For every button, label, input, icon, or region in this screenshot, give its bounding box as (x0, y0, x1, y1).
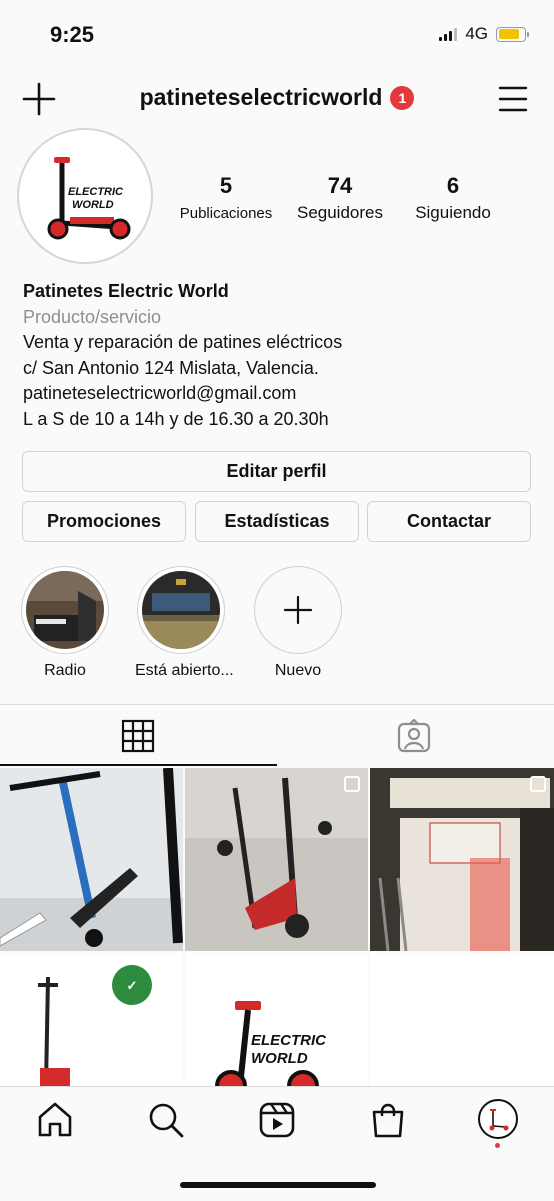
brand-logo: ELECTRIC WORLD (24, 135, 146, 257)
stat-following[interactable]: 6 Siguiendo (402, 173, 504, 223)
multiple-posts-icon (344, 776, 360, 792)
posts-count: 5 (219, 173, 233, 198)
bio-line: Venta y reparación de patines eléctricos (23, 332, 343, 352)
logo-text-1: ELECTRIC (68, 186, 124, 198)
username[interactable]: patineteselectricworld (140, 84, 383, 111)
statistics-button[interactable]: Estadísticas (195, 501, 359, 542)
post-placeholder (370, 953, 554, 1086)
highlight-store[interactable]: Está abierto... (135, 566, 234, 680)
profile-bio: Patinetes Electric World Producto/servic… (23, 279, 533, 432)
highlight-label: Nuevo (274, 662, 322, 679)
promotions-button[interactable]: Promociones (22, 501, 186, 542)
bio-email[interactable]: patineteselectricworld@gmail.com (23, 381, 533, 407)
notification-badge[interactable]: 1 (390, 85, 415, 110)
tabs-divider (0, 704, 554, 705)
tagged-tab-icon[interactable] (397, 718, 431, 753)
radio-highlight-image (26, 571, 104, 649)
home-icon[interactable] (36, 1101, 74, 1139)
store-highlight-image (142, 571, 220, 649)
reels-icon[interactable] (258, 1101, 296, 1139)
highlight-label: Radio (44, 662, 86, 679)
post-thumbnail[interactable]: ✓ (0, 953, 183, 1086)
profile-name: Patinetes Electric World (23, 281, 229, 301)
highlight-radio[interactable]: Radio (19, 566, 111, 680)
post-thumbnail[interactable] (0, 768, 183, 951)
post-thumbnail[interactable]: ELECTRIC WORLD (185, 953, 368, 1086)
posts-label: Publicaciones (179, 205, 273, 222)
battery-icon (496, 26, 529, 42)
post-thumbnail[interactable] (185, 768, 368, 951)
network-label: 4G (465, 24, 488, 43)
bio-line: c/ San Antonio 124 Mislata, Valencia. (23, 357, 319, 378)
highlight-new[interactable]: Nuevo (252, 566, 344, 680)
edit-profile-button[interactable]: Editar perfil (22, 451, 531, 492)
stat-posts[interactable]: 5 Publicaciones (170, 173, 282, 222)
home-indicator[interactable] (180, 1182, 376, 1188)
following-label: Siguiendo (415, 203, 491, 222)
followers-label: Seguidores (296, 203, 383, 222)
bio-line: L a S de 10 a 14h y de 16.30 a 20.30h (23, 408, 329, 429)
svg-text:✓: ✓ (127, 978, 138, 993)
profile-header: patineteselectricworld 1 (0, 84, 554, 111)
profile-avatar[interactable] (478, 1099, 518, 1139)
highlight-label: Está abierto... (135, 662, 234, 679)
profile-avatar[interactable]: ELECTRIC WORLD (17, 128, 153, 264)
profile-category: Producto/servicio (23, 306, 162, 327)
activity-dot (495, 1143, 500, 1148)
grid-tab-icon[interactable] (121, 719, 155, 753)
followers-count: 74 (327, 173, 353, 198)
contact-button[interactable]: Contactar (367, 501, 531, 542)
signal-icon (439, 27, 458, 41)
status-indicators: 4G (439, 24, 529, 44)
logo-text-2: WORLD (72, 199, 114, 211)
status-time: 9:25 (50, 22, 95, 47)
search-icon[interactable] (147, 1101, 185, 1139)
following-count: 6 (446, 173, 460, 198)
post-thumbnail[interactable] (370, 768, 554, 951)
logo-text-2: WORLD (251, 1050, 308, 1067)
shop-icon[interactable] (369, 1101, 407, 1139)
active-tab-indicator (0, 764, 277, 766)
logo-text-1: ELECTRIC (251, 1032, 327, 1049)
stat-followers[interactable]: 74 Seguidores (285, 173, 395, 223)
multiple-posts-icon (530, 776, 546, 792)
plus-icon (283, 595, 313, 625)
menu-icon[interactable] (498, 84, 528, 114)
